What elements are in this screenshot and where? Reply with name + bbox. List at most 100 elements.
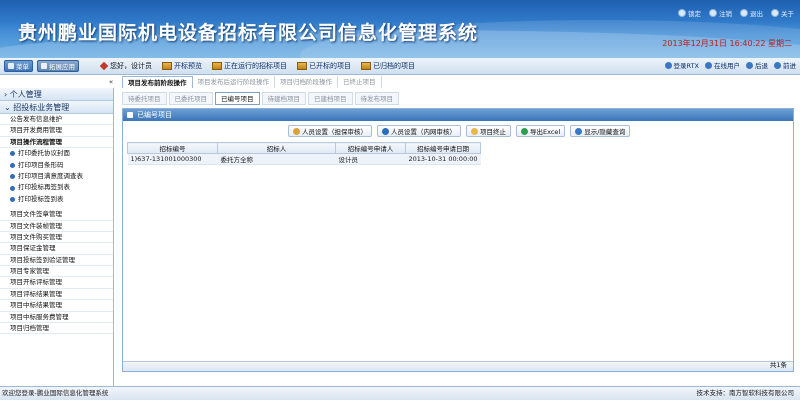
cell-tenderer: 委托方全称 bbox=[217, 153, 336, 165]
user-icon bbox=[293, 127, 300, 135]
guarantee-review-button[interactable]: 人员设置（担保审核） bbox=[288, 125, 372, 137]
quick-running-projects[interactable]: 正在运行的招标项目 bbox=[212, 61, 287, 71]
cell-apply-date: 2013-10-31 00:00:00 bbox=[405, 153, 481, 165]
sidebar-subitem[interactable]: 打印项目条形码 bbox=[0, 160, 113, 171]
rtx-login-link[interactable]: 登录RTX bbox=[664, 60, 699, 70]
cell-tender-number: 1)637-131001000300 bbox=[127, 153, 218, 165]
about-link[interactable]: 关于 bbox=[771, 8, 794, 18]
sidebar-subitem[interactable]: 打印投标再签到表 bbox=[0, 182, 113, 193]
sub-tabs: 待委托项目 已委托项目 已编号项目 待建档项目 已建档项目 待发布项目 bbox=[122, 92, 399, 105]
export-excel-button[interactable]: 导出Excel bbox=[516, 125, 566, 137]
datetime-display: 2013年12月31日 16:40:22 星期二 bbox=[662, 39, 792, 48]
rtx-icon bbox=[664, 61, 672, 69]
online-users-link[interactable]: 在线用户 bbox=[705, 60, 740, 70]
sidebar-collapse-button[interactable]: « bbox=[106, 77, 116, 87]
support-text: 技术支持：南方智软科技有限公司 bbox=[696, 389, 795, 397]
record-count: 共1条 bbox=[769, 361, 787, 369]
bullet-icon bbox=[10, 162, 15, 168]
excel-icon bbox=[521, 127, 528, 135]
toggle-query-button[interactable]: 显示/隐藏查询 bbox=[570, 125, 631, 137]
sidebar-item[interactable]: 项目文件购买管理 bbox=[0, 232, 113, 244]
logout-link[interactable]: 注销 bbox=[709, 8, 732, 18]
sidebar-item[interactable]: 项目开标评标管理 bbox=[0, 277, 113, 289]
subtab-numbered[interactable]: 已编号项目 bbox=[215, 92, 260, 105]
toolbar: 菜单 拓展应用 您好，设计员 开标预览 正在运行的招标项目 已开标的项目 已归档… bbox=[0, 58, 800, 75]
sidebar-item[interactable]: 公告发布信息维护 bbox=[0, 114, 113, 126]
status-bar: 欢迎您登录-鹏业国际信息化管理系统 技术支持：南方智软科技有限公司 bbox=[0, 386, 800, 400]
sidebar-group-bidding[interactable]: ⌄ 招投标业务管理 bbox=[0, 101, 113, 114]
app-icon bbox=[41, 63, 47, 69]
cell-applicant: 设计员 bbox=[335, 153, 406, 165]
column-header[interactable]: 招标编号 bbox=[127, 142, 218, 154]
sidebar-item[interactable]: 项目投标签到验证管理 bbox=[0, 255, 113, 267]
sidebar: › 个人管理 ⌄ 招投标业务管理 公告发布信息维护 项目开发费用管理 项目操作流… bbox=[0, 88, 114, 388]
tab-archive[interactable]: 项目归档阶段操作 bbox=[275, 76, 338, 88]
numbered-projects-panel: 已编号项目 人员设置（担保审核） 人员设置（内网审核） 项目终止 导出Excel… bbox=[122, 108, 794, 372]
sidebar-group-personal[interactable]: › 个人管理 bbox=[0, 88, 113, 101]
sidebar-item[interactable]: 项目归档管理 bbox=[0, 323, 113, 335]
terminate-project-button[interactable]: 项目终止 bbox=[466, 125, 511, 137]
sidebar-item-active[interactable]: 项目操作流程管理 bbox=[0, 137, 113, 149]
subtab-filed[interactable]: 已建档项目 bbox=[308, 92, 353, 105]
folder-icon bbox=[361, 62, 371, 70]
menu-button[interactable]: 菜单 bbox=[4, 60, 33, 72]
quick-open-preview[interactable]: 开标预览 bbox=[162, 61, 202, 71]
sidebar-subitem[interactable]: 打印项目满意度调查表 bbox=[0, 171, 113, 182]
folder-icon bbox=[162, 62, 172, 70]
user-greeting: 您好，设计员 bbox=[99, 61, 152, 71]
about-icon bbox=[771, 9, 779, 17]
toolbar-right: 登录RTX 在线用户 后退 前进 bbox=[664, 60, 796, 70]
quick-opened-projects[interactable]: 已开标的项目 bbox=[297, 61, 351, 71]
subtab-entrusted[interactable]: 已委托项目 bbox=[168, 92, 213, 105]
users-icon bbox=[705, 61, 712, 69]
forward-icon bbox=[774, 61, 781, 69]
back-link[interactable]: 后退 bbox=[746, 60, 768, 70]
panel-actions: 人员设置（担保审核） 人员设置（内网审核） 项目终止 导出Excel 显示/隐藏… bbox=[288, 125, 631, 137]
intranet-review-button[interactable]: 人员设置（内网审核） bbox=[377, 125, 461, 137]
tab-post-publish[interactable]: 项目发布后运行阶段操作 bbox=[193, 76, 275, 88]
sidebar-subitem[interactable]: 打印投标签到表 bbox=[0, 194, 113, 205]
table-row[interactable]: 1)637-131001000300 委托方全称 设计员 2013-10-31 … bbox=[127, 153, 481, 165]
tab-terminated[interactable]: 已终止项目 bbox=[338, 76, 382, 88]
column-header[interactable]: 招标人 bbox=[217, 142, 336, 154]
panel-footer bbox=[123, 361, 793, 371]
header-links: 锁定 注销 退出 关于 bbox=[678, 8, 794, 18]
app-title: 贵州鹏业国际机电设备招标有限公司信息化管理系统 bbox=[18, 22, 479, 44]
tab-pre-publish[interactable]: 项目发布前阶段操作 bbox=[122, 76, 193, 88]
bullet-icon bbox=[10, 174, 15, 180]
extend-app-button[interactable]: 拓展应用 bbox=[37, 60, 79, 72]
panel-title: 已编号项目 bbox=[123, 109, 793, 121]
sidebar-item[interactable]: 项目文件签章管理 bbox=[0, 209, 113, 221]
sidebar-item[interactable]: 项目中标结果管理 bbox=[0, 300, 113, 312]
sidebar-item[interactable]: 项目专家管理 bbox=[0, 266, 113, 278]
header-banner: 贵州鹏业国际机电设备招标有限公司信息化管理系统 锁定 注销 退出 关于 2013… bbox=[0, 0, 800, 58]
subtab-pending-file[interactable]: 待建档项目 bbox=[261, 92, 306, 105]
eye-icon bbox=[382, 127, 389, 135]
main-tabs: 项目发布前阶段操作 项目发布后运行阶段操作 项目归档阶段操作 已终止项目 bbox=[122, 76, 382, 88]
lock-icon bbox=[678, 9, 686, 17]
sidebar-item[interactable]: 项目中标服务费管理 bbox=[0, 312, 113, 324]
forward-link[interactable]: 前进 bbox=[774, 60, 796, 70]
logout-icon bbox=[709, 9, 717, 17]
lock-link[interactable]: 锁定 bbox=[678, 8, 701, 18]
sidebar-item[interactable]: 项目保证金管理 bbox=[0, 243, 113, 255]
column-header[interactable]: 招标编号申请日期 bbox=[404, 142, 482, 154]
folder-icon bbox=[297, 62, 307, 70]
column-header[interactable]: 招标编号申请人 bbox=[335, 142, 406, 154]
subtab-pending-entrust[interactable]: 待委托项目 bbox=[122, 92, 167, 105]
sidebar-item[interactable]: 项目评标结果管理 bbox=[0, 289, 113, 301]
welcome-text: 欢迎您登录-鹏业国际信息化管理系统 bbox=[2, 389, 109, 397]
folder-icon bbox=[212, 62, 222, 70]
menu-icon bbox=[8, 63, 14, 69]
subtab-pending-publish[interactable]: 待发布项目 bbox=[354, 92, 399, 105]
search-icon bbox=[575, 127, 583, 135]
user-icon bbox=[99, 61, 109, 71]
sidebar-subitem[interactable]: 打印委托协议封面 bbox=[0, 148, 113, 159]
sidebar-item[interactable]: 项目开发费用管理 bbox=[0, 125, 113, 137]
back-icon bbox=[746, 61, 753, 69]
sidebar-item[interactable]: 项目文件装帧管理 bbox=[0, 221, 113, 232]
exit-link[interactable]: 退出 bbox=[740, 8, 763, 18]
quick-archived-projects[interactable]: 已归档的项目 bbox=[361, 61, 415, 71]
exit-icon bbox=[740, 9, 748, 17]
bullet-icon bbox=[10, 185, 15, 191]
